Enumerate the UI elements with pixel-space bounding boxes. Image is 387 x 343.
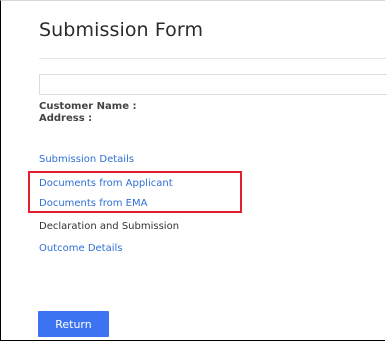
nav-declaration-and-submission: Declaration and Submission	[39, 221, 180, 232]
form-input-box[interactable]	[39, 74, 387, 95]
page-title: Submission Form	[39, 19, 204, 41]
customer-name-label: Customer Name :	[39, 101, 137, 112]
title-divider	[39, 58, 386, 59]
return-button[interactable]: Return	[38, 311, 109, 337]
address-label: Address :	[39, 113, 93, 124]
nav-submission-details[interactable]: Submission Details	[39, 154, 134, 165]
nav-outcome-details[interactable]: Outcome Details	[39, 243, 123, 254]
highlight-box	[28, 171, 242, 213]
submission-form-page: Submission Form Customer Name : Address …	[0, 0, 387, 341]
